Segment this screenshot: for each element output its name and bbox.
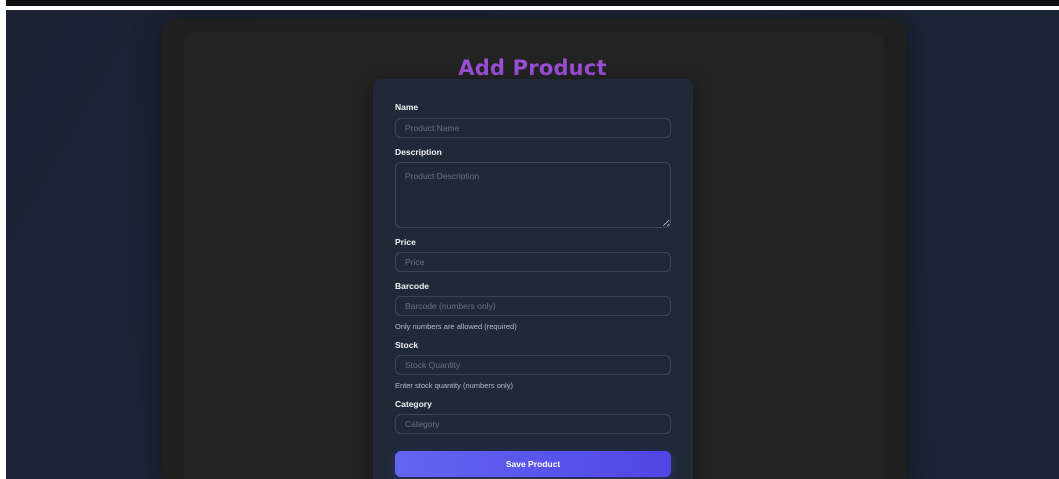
price-input[interactable]	[395, 252, 671, 272]
barcode-help-text: Only numbers are allowed (required)	[395, 322, 517, 331]
category-label: Category	[395, 399, 432, 409]
description-textarea[interactable]	[395, 162, 671, 228]
price-label: Price	[395, 237, 416, 247]
barcode-input[interactable]	[395, 296, 671, 316]
category-input[interactable]	[395, 414, 671, 434]
stock-label: Stock	[395, 340, 419, 350]
stock-input[interactable]	[395, 355, 671, 375]
save-product-button[interactable]: Save Product	[395, 451, 671, 477]
page-title: Add Product	[458, 56, 607, 80]
top-border-line	[6, 0, 1059, 6]
browser-top-edge	[0, 0, 1059, 10]
name-input[interactable]	[395, 118, 671, 138]
description-label: Description	[395, 147, 442, 157]
add-product-form: Name Description Price Barcode Only numb…	[373, 79, 693, 479]
stock-help-text: Enter stock quantity (numbers only)	[395, 381, 513, 390]
barcode-label: Barcode	[395, 281, 430, 291]
name-label: Name	[395, 102, 419, 112]
app-viewport: Add Product Name Description Price Barco…	[6, 10, 1059, 479]
